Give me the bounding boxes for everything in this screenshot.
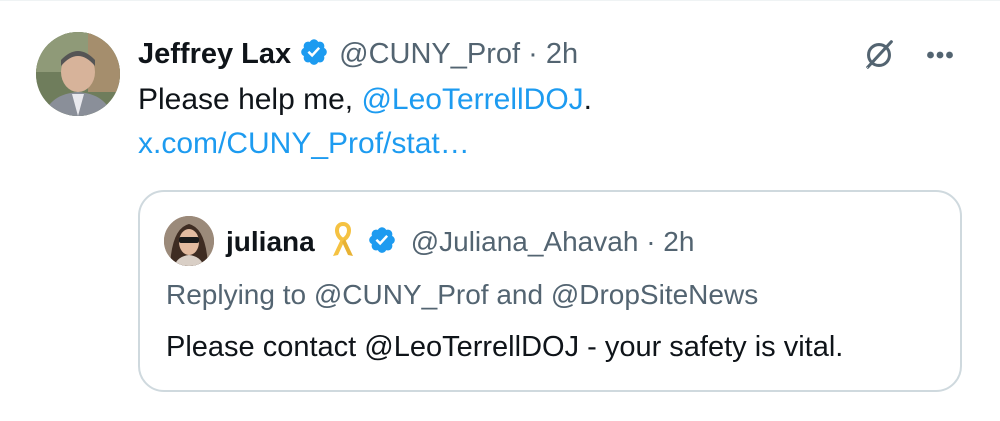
tweet-actions xyxy=(860,36,960,74)
more-options-icon[interactable] xyxy=(920,36,960,74)
quote-avatar-image xyxy=(164,216,214,266)
quote-avatar[interactable] xyxy=(164,216,214,266)
grok-icon[interactable] xyxy=(860,36,898,74)
avatar[interactable] xyxy=(36,32,120,116)
yellow-ribbon-icon xyxy=(329,221,357,263)
quote-header: juliana @Juliana_Ahavah · 2h xyxy=(226,221,695,263)
verified-badge-icon xyxy=(299,37,329,72)
mention-link[interactable]: @LeoTerrellDOJ xyxy=(361,83,583,116)
quote-timestamp: 2h xyxy=(663,226,695,257)
tweet-text: Please help me, @LeoTerrellDOJ. xyxy=(138,83,592,116)
replying-to: Replying to @CUNY_Prof and @DropSiteNews xyxy=(166,279,759,310)
avatar-image xyxy=(36,32,120,116)
quote-author-name[interactable]: juliana xyxy=(226,226,315,258)
quote-text: Please contact @LeoTerrellDOJ - your saf… xyxy=(166,331,844,363)
quote-author-handle[interactable]: @Juliana_Ahavah · 2h xyxy=(411,226,695,258)
author-handle[interactable]: @CUNY_Prof · 2h xyxy=(339,38,578,71)
tweet-link-line: x.com/CUNY_Prof/stat… xyxy=(138,127,470,161)
author-name[interactable]: Jeffrey Lax xyxy=(138,38,291,71)
tweet[interactable]: Jeffrey Lax @CUNY_Prof · 2h Please help … xyxy=(0,0,1000,421)
timestamp: 2h xyxy=(545,37,579,70)
verified-badge-icon xyxy=(367,225,397,260)
url-link[interactable]: x.com/CUNY_Prof/stat… xyxy=(138,127,470,160)
tweet-header: Jeffrey Lax @CUNY_Prof · 2h xyxy=(138,34,578,74)
